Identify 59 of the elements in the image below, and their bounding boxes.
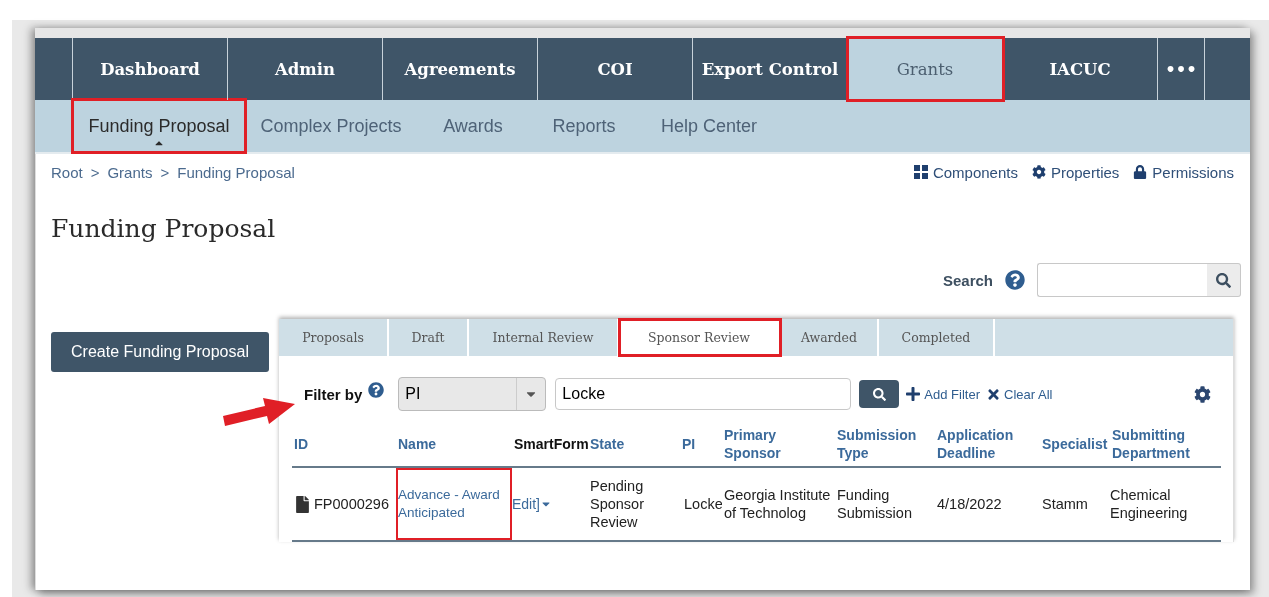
close-icon — [986, 386, 1001, 402]
breadcrumb-separator: > — [90, 163, 100, 181]
help-icon[interactable] — [368, 382, 385, 398]
breadcrumb-link[interactable]: Root — [51, 163, 83, 181]
sub-nav-tab[interactable]: Reports — [529, 100, 639, 152]
table-cell-text: Georgia Institute of Technolog — [723, 486, 832, 522]
column-header-link[interactable]: Submission Type — [837, 426, 935, 462]
column-header-link[interactable]: Specialist — [1042, 435, 1108, 453]
table-cell-text: 4/18/2022 — [936, 495, 1002, 513]
action-link[interactable]: Components — [913, 163, 1018, 181]
clear-all-link[interactable]: Clear All — [986, 386, 1053, 402]
tab[interactable]: Draft — [389, 319, 469, 356]
lock-icon — [1133, 165, 1148, 179]
table-cell: FP0000296 — [292, 495, 389, 513]
action-link[interactable]: Properties — [1031, 163, 1120, 181]
sub-nav-tab[interactable]: Funding Proposal — [73, 100, 245, 152]
nav-tab[interactable]: Grants — [848, 38, 1003, 100]
tab[interactable]: Awarded — [781, 319, 879, 356]
components-icon — [913, 165, 928, 179]
create-button[interactable]: Create Funding Proposal — [51, 332, 269, 372]
table-cell-text: Pending Sponsor Review — [589, 477, 645, 531]
filter-value-field[interactable]: Locke — [555, 378, 852, 410]
table-cell-text: Locke — [683, 495, 722, 513]
nav-tab[interactable]: Dashboard — [73, 38, 228, 100]
help-icon[interactable] — [1005, 270, 1025, 290]
sub-nav-tab[interactable]: Help Center — [639, 100, 779, 152]
sub-nav-tab[interactable]: Complex Projects — [245, 100, 417, 152]
sub-nav-tab[interactable]: Awards — [417, 100, 529, 152]
table-cell-text: Funding Submission — [836, 486, 913, 522]
table-cell-text: Chemical Engineering — [1110, 486, 1189, 522]
filter-dropdown[interactable]: PI — [398, 377, 547, 411]
column-header-link[interactable]: Application Deadline — [937, 426, 1040, 462]
filter-label: Filter by — [304, 385, 363, 403]
column-header-link[interactable]: State — [590, 435, 625, 453]
breadcrumb-link[interactable]: Grants — [107, 163, 153, 181]
tab[interactable]: Proposals — [279, 319, 389, 356]
column-header-link[interactable]: Submitting Department — [1112, 426, 1221, 462]
settings-icon[interactable] — [1194, 385, 1211, 403]
column-header-link[interactable]: Primary Sponsor — [724, 426, 835, 462]
column-header: SmartForm — [514, 435, 589, 453]
column-header-link[interactable]: Name — [398, 435, 437, 453]
proposal-name-link[interactable]: Advance - Award Anticipated — [396, 468, 512, 540]
search-button[interactable] — [859, 380, 900, 408]
tab[interactable]: Completed — [879, 319, 995, 356]
settings-icon — [1031, 165, 1046, 179]
action-link[interactable]: Permissions — [1133, 163, 1234, 181]
breadcrumb-separator: > — [160, 163, 170, 181]
tab[interactable]: Sponsor Review — [619, 319, 781, 356]
edit-link[interactable]: Edit] — [512, 495, 552, 513]
breadcrumb-link[interactable]: Funding Proposal — [177, 163, 295, 181]
search-icon — [872, 387, 886, 401]
plus-icon — [905, 386, 922, 402]
search-label: Search — [942, 271, 993, 289]
column-header-link[interactable]: PI — [682, 435, 696, 453]
table-cell-text: Stamm — [1041, 495, 1088, 513]
page-title: Funding Proposal — [51, 214, 277, 243]
document-icon — [294, 495, 311, 513]
column-header-link[interactable]: ID — [294, 435, 308, 453]
add-filter-link[interactable]: Add Filter — [905, 386, 980, 402]
